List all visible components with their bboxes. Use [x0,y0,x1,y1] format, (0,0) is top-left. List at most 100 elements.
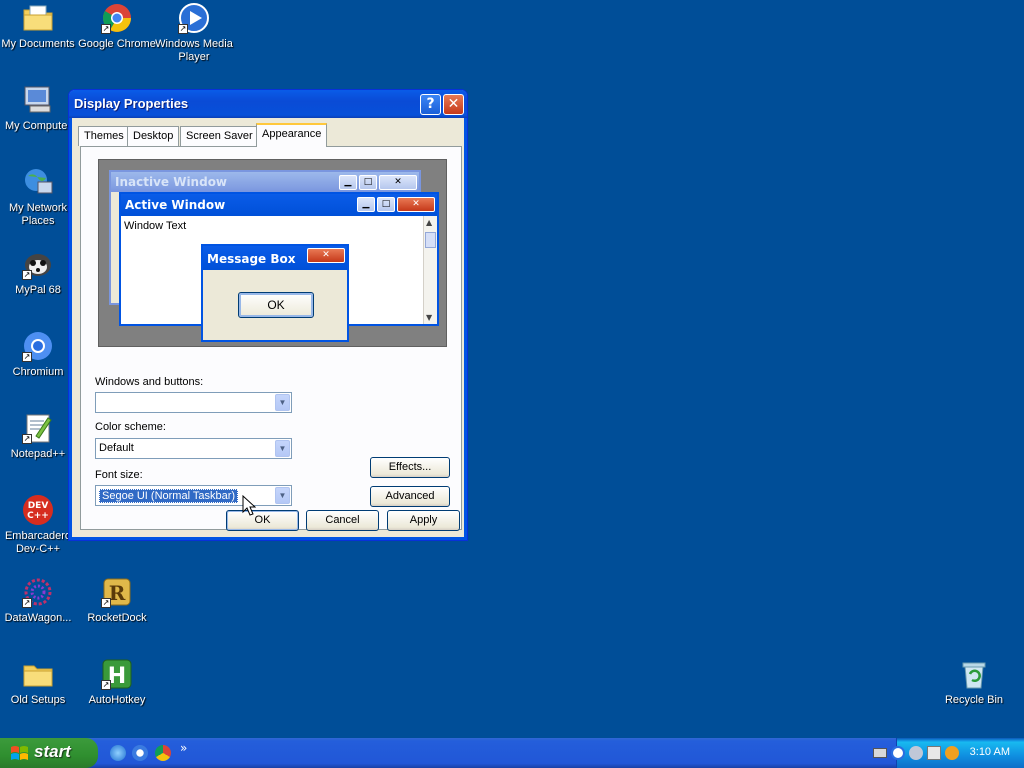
desktop-icon-mypal[interactable]: ↗ MyPal 68 [0,248,78,297]
system-tray: 3:10 AM [873,738,1024,768]
preview-inactive-controls: ▁ □ ✕ [337,174,417,190]
tab-label: Screen Saver [186,130,253,142]
start-button[interactable]: start [0,738,98,768]
color-scheme-value: Default [99,442,134,454]
taskbar: start » 3:10 AM [0,738,1024,768]
display-properties-dialog: Display Properties ? ✕ Themes Desktop Sc… [68,89,468,541]
font-size-select[interactable]: Segoe UI (Normal Taskbar) ▼ [95,485,292,506]
maximize-icon: □ [359,175,377,190]
windows-buttons-select[interactable]: ▼ [95,392,292,413]
quicklaunch-overflow-icon[interactable]: » [180,741,187,755]
mouse-cursor-icon [242,495,256,516]
help-icon: ? [426,96,435,112]
chevron-down-icon[interactable]: ▼ [275,487,290,504]
desktop-icon-label: My Computer [4,120,72,132]
keyboard-icon[interactable] [873,748,887,758]
desktop-icon-label: My Documents [1,38,75,50]
dialog-title: Display Properties [74,96,189,111]
preview-scrollbar: ▲ ▼ [423,216,437,324]
network-status-icon[interactable] [927,746,941,760]
tab-label: Desktop [133,130,174,142]
desktop-icon-google-chrome[interactable]: ↗ Google Chrome [77,2,157,51]
desktop-icon-autohotkey[interactable]: H ↗ AutoHotkey [77,658,157,707]
chevron-down-icon[interactable]: ▼ [275,394,290,411]
desktop-icon-label: Recycle Bin [944,694,1004,706]
shortcut-arrow-icon: ↗ [22,270,32,280]
network-icon [22,166,54,198]
tab-label: Appearance [262,128,322,140]
appearance-preview: Inactive Window ▁ □ ✕ Active Window ▁ □ ✕ Wi… [98,159,447,347]
desktop-icon-my-documents[interactable]: My Documents [0,2,78,51]
desktop-icon-label: Old Setups [10,694,66,706]
clock[interactable]: 3:10 AM [970,746,1010,758]
update-icon[interactable] [945,746,959,760]
desktop-icon-label: Embarcadero Dev-C++ [4,530,72,555]
desktop-icon-rocketdock[interactable]: R ↗ RocketDock [77,576,157,625]
desktop-icon-label: DataWagon... [4,612,72,624]
shortcut-arrow-icon: ↗ [22,352,32,362]
tray-chevron-icon[interactable] [891,746,905,760]
close-icon: ✕ [397,197,435,212]
minimize-icon: ▁ [339,175,357,190]
preview-message-box: Message Box ✕ OK [201,244,349,342]
shortcut-arrow-icon: ↗ [101,24,111,34]
desktop-icon-my-network-places[interactable]: My Network Places [0,166,78,228]
scroll-thumb [425,232,436,248]
appearance-panel: Inactive Window ▁ □ ✕ Active Window ▁ □ ✕ Wi… [80,146,462,530]
cancel-button[interactable]: Cancel [306,510,379,531]
desktop-icon-datawagon[interactable]: ↗ DataWagon... [0,576,78,625]
dialog-body: Themes Desktop Screen Saver Appearance I… [73,118,463,536]
tab-desktop[interactable]: Desktop [127,126,180,146]
shortcut-arrow-icon: ↗ [22,598,32,608]
scroll-up-icon: ▲ [426,218,433,227]
speaker-icon[interactable] [909,746,923,760]
desktop-icon-windows-media-player[interactable]: ↗ Windows Media Player [154,2,234,64]
desktop-icon-label: My Network Places [8,202,68,227]
font-size-label: Font size: [95,469,143,481]
font-size-value: Segoe UI (Normal Taskbar) [99,489,239,503]
chrome-icon: ↗ [101,2,133,34]
tab-screen-saver[interactable]: Screen Saver [180,126,259,146]
apply-button[interactable]: Apply [387,510,460,531]
tab-themes[interactable]: Themes [78,126,130,146]
chromium-quicklaunch-icon[interactable] [132,745,148,761]
notepadpp-icon: ↗ [22,412,54,444]
desktop-icon-label: Chromium [12,366,64,378]
svg-text:DEV: DEV [28,501,49,511]
desktop-icon-label: Notepad++ [10,448,66,460]
rocketdock-icon: R ↗ [101,576,133,608]
chevron-down-icon[interactable]: ▼ [275,440,290,457]
autohotkey-icon: H ↗ [101,658,133,690]
desktop-icon-label: RocketDock [87,612,147,624]
desktop-icon-old-setups[interactable]: Old Setups [0,658,78,707]
desktop-icon-label: MyPal 68 [15,284,61,296]
effects-button[interactable]: Effects... [370,457,450,478]
close-icon: ✕ [379,175,417,190]
dialog-titlebar[interactable]: Display Properties ? ✕ [69,90,467,118]
chrome-quicklaunch-icon[interactable] [155,745,171,761]
desktop-icon-devcpp[interactable]: DEV C++ Embarcadero Dev-C++ [0,494,78,556]
svg-text:R: R [109,581,126,605]
ok-button[interactable]: OK [226,510,299,531]
desktop-icon-chromium[interactable]: ↗ Chromium [0,330,78,379]
windows-flag-icon [11,746,28,760]
minimize-icon: ▁ [357,197,375,212]
shortcut-arrow-icon: ↗ [101,680,111,690]
windows-buttons-label: Windows and buttons: [95,376,204,388]
close-button[interactable]: ✕ [443,94,464,115]
tab-appearance[interactable]: Appearance [256,123,328,147]
media-player-icon: ↗ [178,2,210,34]
recycle-bin-icon [958,658,990,690]
desktop-icon-label: Google Chrome [78,38,156,50]
desktop-icon-recycle-bin[interactable]: Recycle Bin [934,658,1014,707]
desktop-icon-notepadpp[interactable]: ↗ Notepad++ [0,412,78,461]
color-scheme-select[interactable]: Default ▼ [95,438,292,459]
ie-quicklaunch-icon[interactable] [110,745,126,761]
shortcut-arrow-icon: ↗ [101,598,111,608]
desktop-icon-my-computer[interactable]: My Computer [0,84,78,133]
maximize-icon: □ [377,197,395,212]
help-button[interactable]: ? [420,94,441,115]
svg-text:C++: C++ [27,511,49,521]
advanced-button[interactable]: Advanced [370,486,450,507]
preview-window-text: Window Text [124,220,187,232]
